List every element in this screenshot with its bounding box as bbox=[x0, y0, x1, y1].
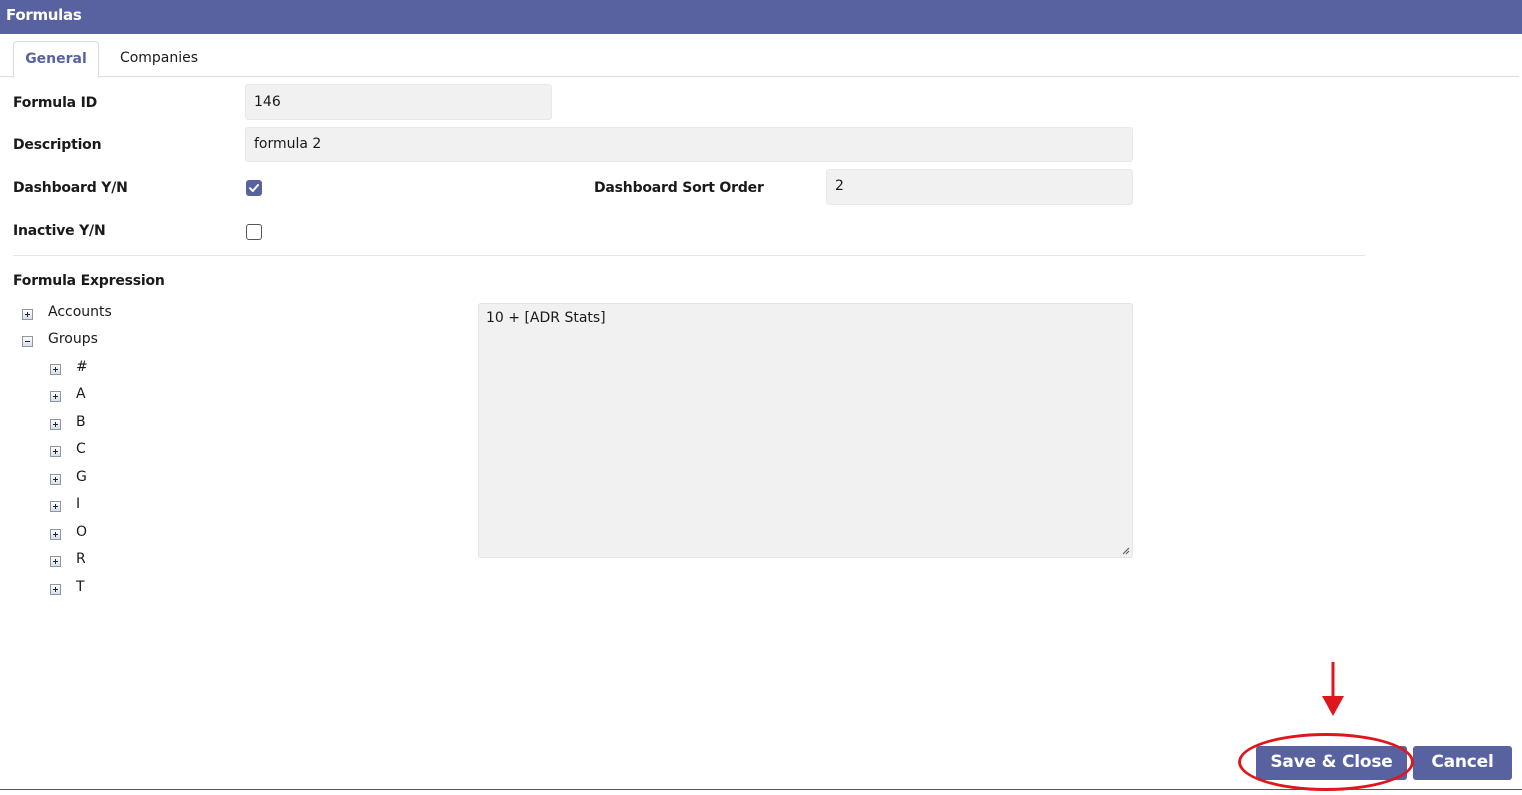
expand-plus-icon[interactable] bbox=[22, 309, 33, 320]
expand-plus-icon[interactable] bbox=[50, 584, 61, 595]
dashboard-yn-label: Dashboard Y/N bbox=[13, 180, 128, 196]
tree-node-label: A bbox=[76, 386, 86, 402]
inactive-yn-checkbox[interactable] bbox=[246, 224, 262, 240]
tab-general[interactable]: General bbox=[13, 41, 99, 78]
formula-expression-textarea[interactable]: 10 + [ADR Stats] bbox=[478, 303, 1133, 558]
tree-node-label: T bbox=[76, 579, 85, 595]
tab-bar: General Companies bbox=[0, 34, 1519, 78]
expand-plus-icon[interactable] bbox=[50, 556, 61, 567]
inactive-yn-label: Inactive Y/N bbox=[13, 223, 106, 239]
expand-plus-icon[interactable] bbox=[50, 419, 61, 430]
expand-plus-icon[interactable] bbox=[50, 501, 61, 512]
tree-node-label: Groups bbox=[48, 331, 98, 347]
dashboard-sort-order-field[interactable]: 2 bbox=[826, 169, 1133, 205]
cancel-button[interactable]: Cancel bbox=[1413, 746, 1512, 780]
formula-expression-text: 10 + [ADR Stats] bbox=[486, 310, 606, 326]
formula-expression-label: Formula Expression bbox=[13, 273, 165, 289]
tree-node-label: O bbox=[76, 524, 88, 540]
tree-node-label: # bbox=[76, 359, 88, 375]
highlight-ring-annotation bbox=[1238, 733, 1414, 791]
tree-node-label: Accounts bbox=[48, 304, 112, 320]
section-divider bbox=[13, 255, 1365, 256]
dashboard-sort-order-label: Dashboard Sort Order bbox=[594, 180, 764, 196]
dashboard-yn-checkbox[interactable] bbox=[246, 180, 262, 196]
expand-plus-icon[interactable] bbox=[50, 446, 61, 457]
expand-plus-icon[interactable] bbox=[50, 364, 61, 375]
tree-node-label: G bbox=[76, 469, 87, 485]
checkmark-icon bbox=[249, 184, 259, 192]
expand-plus-icon[interactable] bbox=[50, 474, 61, 485]
bottom-border bbox=[0, 789, 1522, 790]
window-title: Formulas bbox=[6, 6, 82, 24]
tree-node-label: B bbox=[76, 414, 86, 430]
collapse-minus-icon[interactable] bbox=[22, 336, 33, 347]
down-arrow-icon bbox=[1322, 662, 1344, 716]
tree-node-label: R bbox=[76, 551, 86, 567]
formula-id-field[interactable]: 146 bbox=[245, 84, 552, 120]
resize-grip-icon[interactable] bbox=[1122, 547, 1130, 555]
window-titlebar: Formulas bbox=[0, 0, 1522, 34]
description-field[interactable]: formula 2 bbox=[245, 127, 1133, 162]
tab-companies[interactable]: Companies bbox=[104, 41, 214, 77]
formula-id-label: Formula ID bbox=[13, 95, 98, 111]
description-label: Description bbox=[13, 137, 102, 153]
expand-plus-icon[interactable] bbox=[50, 391, 61, 402]
expand-plus-icon[interactable] bbox=[50, 529, 61, 540]
tree-node-label: C bbox=[76, 441, 86, 457]
tree-node-label: I bbox=[76, 496, 81, 512]
